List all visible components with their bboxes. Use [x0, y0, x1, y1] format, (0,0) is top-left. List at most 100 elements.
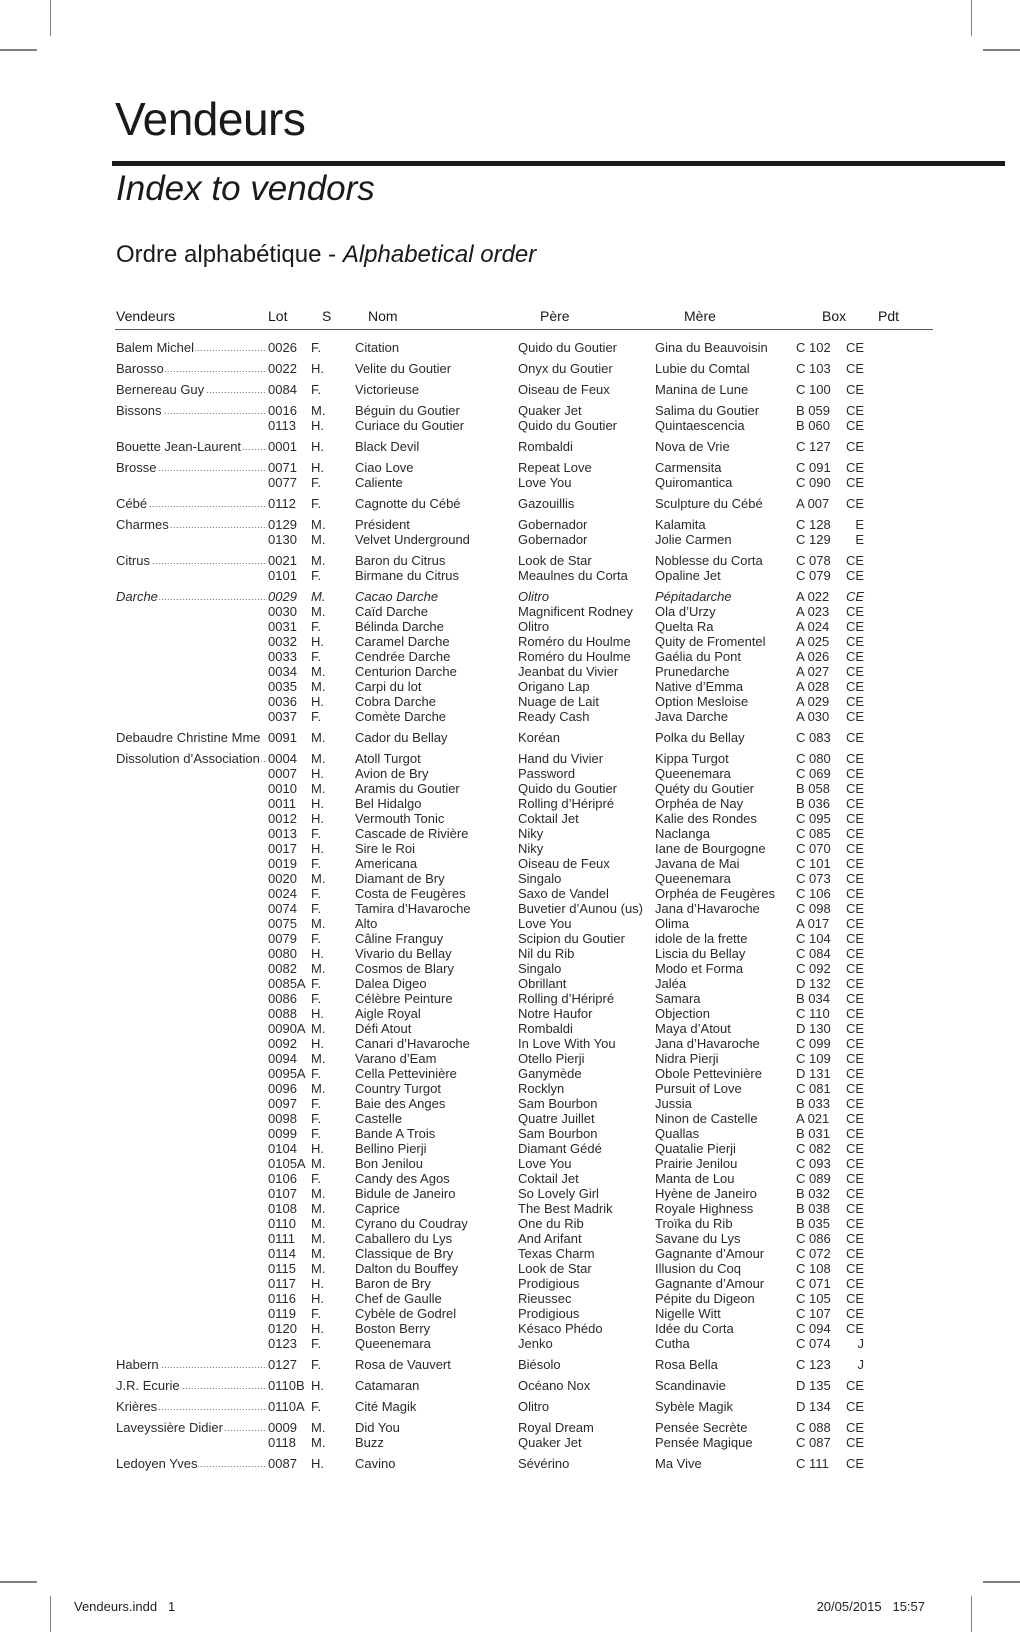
box-cell: C 101: [796, 856, 831, 871]
pdt-cell: CE: [845, 340, 864, 355]
pdt-cell: CE: [845, 1036, 864, 1051]
vendor-cell: ........................................…: [116, 1420, 268, 1435]
sire-cell: Ganymède: [518, 1066, 582, 1081]
pdt-cell: CE: [845, 871, 864, 886]
dam-cell: Java Darche: [655, 709, 728, 724]
pdt-cell: CE: [845, 751, 864, 766]
sire-cell: Obrillant: [518, 976, 567, 991]
lot-cell: 0010: [267, 781, 297, 796]
lot-cell: 0075: [267, 916, 297, 931]
table-row: ........................................…: [0, 931, 1020, 946]
box-cell: C 128: [796, 517, 831, 532]
box-cell: C 111: [796, 1456, 829, 1471]
box-cell: C 069: [796, 766, 831, 781]
vendor-cell: ........................................…: [116, 1399, 268, 1414]
table-row: ........................................…: [0, 871, 1020, 886]
box-cell: C 085: [796, 826, 831, 841]
vendor-cell: ........................................…: [116, 340, 268, 355]
sire-cell: Niky: [518, 841, 544, 856]
vendor-group: ........................................…: [0, 553, 1020, 583]
lot-cell: 0037: [267, 709, 297, 724]
box-cell: A 021: [796, 1111, 830, 1126]
sex-cell: F.: [311, 382, 322, 397]
sire-cell: Olitro: [518, 619, 550, 634]
box-cell: C 105: [796, 1291, 831, 1306]
vendor-group: Debaudre Christine Mme 0091 M. Cador du Bel…: [0, 730, 1020, 745]
pdt-cell: CE: [845, 619, 864, 634]
lot-cell: 0020: [267, 871, 297, 886]
name-cell: Curiace du Goutier: [355, 418, 465, 433]
pdt-cell: CE: [845, 1378, 864, 1393]
box-cell: C 108: [796, 1261, 831, 1276]
box-cell: C 129: [796, 532, 831, 547]
name-cell: Comète Darche: [355, 709, 447, 724]
sire-cell: Coktail Jet: [518, 811, 579, 826]
pdt-cell: CE: [845, 709, 864, 724]
table-row: ........................................…: [0, 946, 1020, 961]
lot-cell: 0108: [267, 1201, 297, 1216]
table-row: Debaudre Christine Mme 0091 M. Cador du Bel…: [0, 730, 1020, 745]
name-cell: Carpi du lot: [355, 679, 422, 694]
table-row: ........................................…: [0, 961, 1020, 976]
dam-cell: Pépitadarche: [655, 589, 732, 604]
lot-cell: 0030: [267, 604, 297, 619]
sire-cell: Origano Lap: [518, 679, 590, 694]
table-row: ........................................…: [0, 991, 1020, 1006]
pdt-cell: CE: [845, 916, 864, 931]
table-row: ........................................…: [0, 1096, 1020, 1111]
vendor-name: J.R. Ecurie: [116, 1378, 181, 1393]
vendor-group: ........................................…: [0, 1357, 1020, 1372]
sex-cell: H.: [311, 796, 324, 811]
sex-cell: F.: [311, 1336, 322, 1351]
dam-cell: Kalie des Rondes: [655, 811, 757, 826]
dam-cell: Sybèle Magik: [655, 1399, 734, 1414]
sex-cell: M.: [311, 517, 326, 532]
pdt-cell: CE: [845, 1456, 864, 1471]
table-row: ........................................…: [0, 1066, 1020, 1081]
dam-cell: Troïka du Rib: [655, 1216, 733, 1231]
name-cell: Atoll Turgot: [355, 751, 421, 766]
vendor-name: Ledoyen Yves: [116, 1456, 199, 1471]
table-row: ........................................…: [0, 1006, 1020, 1021]
lot-cell: 0021: [267, 553, 297, 568]
sex-cell: H.: [311, 946, 324, 961]
name-cell: Centurion Darche: [355, 664, 457, 679]
pdt-cell: CE: [845, 1141, 864, 1156]
name-cell: Bellino Pierji: [355, 1141, 427, 1156]
box-cell: C 083: [796, 730, 831, 745]
sire-cell: Quido du Goutier: [518, 340, 618, 355]
sex-cell: F.: [311, 901, 322, 916]
pdt-cell: CE: [845, 664, 864, 679]
box-cell: C 095: [796, 811, 831, 826]
crop-mark-bottom-right-h: [983, 1581, 1020, 1583]
header-sex: S: [322, 308, 332, 324]
box-cell: B 058: [796, 781, 830, 796]
box-cell: C 127: [796, 439, 831, 454]
sire-cell: Look de Star: [518, 553, 592, 568]
dam-cell: Illusion du Coq: [655, 1261, 741, 1276]
name-cell: Alto: [355, 916, 378, 931]
lot-cell: 0082: [267, 961, 297, 976]
pdt-cell: CE: [845, 1111, 864, 1126]
table-row: ........................................…: [0, 604, 1020, 619]
sire-cell: Quaker Jet: [518, 1435, 582, 1450]
sex-cell: H.: [311, 460, 324, 475]
pdt-cell: CE: [845, 781, 864, 796]
pdt-cell: CE: [845, 1306, 864, 1321]
name-cell: Caïd Darche: [355, 604, 428, 619]
table-row: ........................................…: [0, 841, 1020, 856]
pdt-cell: CE: [845, 811, 864, 826]
dam-cell: Idée du Corta: [655, 1321, 734, 1336]
dam-cell: Quity de Fromentel: [655, 634, 766, 649]
pdt-cell: CE: [845, 1201, 864, 1216]
name-cell: Catamaran: [355, 1378, 420, 1393]
lot-cell: 0101: [267, 568, 297, 583]
lot-cell: 0118: [267, 1435, 296, 1450]
lot-cell: 0105A: [267, 1156, 306, 1171]
box-cell: C 109: [796, 1051, 831, 1066]
name-cell: Bélinda Darche: [355, 619, 444, 634]
dam-cell: Carmensita: [655, 460, 722, 475]
lot-cell: 0115: [267, 1261, 296, 1276]
table-row: ........................................…: [0, 1126, 1020, 1141]
crop-mark-top-left-h: [0, 49, 37, 51]
